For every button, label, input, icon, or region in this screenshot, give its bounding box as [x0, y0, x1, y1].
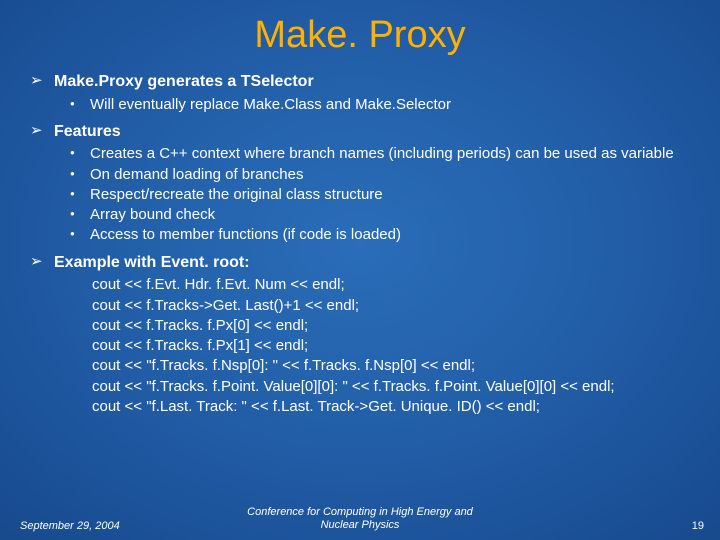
bullet-item: On demand loading of branches	[70, 165, 690, 185]
slide-content: Make.Proxy generates a TSelector Will ev…	[0, 71, 720, 417]
slide: Make. Proxy Make.Proxy generates a TSele…	[0, 0, 720, 540]
code-block: cout << f.Evt. Hdr. f.Evt. Num << endl; …	[92, 275, 690, 417]
bullet-item: Respect/recreate the original class stru…	[70, 185, 690, 205]
footer-conference: Conference for Computing in High Energy …	[0, 506, 720, 532]
section-heading-2: Features	[30, 121, 690, 143]
footer-page-number: 19	[692, 520, 704, 532]
code-line: cout << f.Tracks->Get. Last()+1 << endl;	[92, 296, 690, 316]
footer-conf-line2: Nuclear Physics	[321, 519, 400, 531]
code-line: cout << "f.Tracks. f.Point. Value[0][0]:…	[92, 377, 690, 397]
footer-conf-line1: Conference for Computing in High Energy …	[247, 506, 473, 518]
bullet-item: Will eventually replace Make.Class and M…	[70, 95, 690, 115]
code-line: cout << f.Tracks. f.Px[1] << endl;	[92, 336, 690, 356]
slide-title: Make. Proxy	[0, 0, 720, 65]
section-heading-3: Example with Event. root:	[30, 252, 690, 274]
code-line: cout << "f.Tracks. f.Nsp[0]: " << f.Trac…	[92, 356, 690, 376]
code-line: cout << "f.Last. Track: " << f.Last. Tra…	[92, 397, 690, 417]
bullet-item: Array bound check	[70, 205, 690, 225]
bullet-item: Creates a C++ context where branch names…	[70, 144, 690, 164]
section-heading-1: Make.Proxy generates a TSelector	[30, 71, 690, 93]
code-line: cout << f.Tracks. f.Px[0] << endl;	[92, 316, 690, 336]
bullet-item: Access to member functions (if code is l…	[70, 225, 690, 245]
code-line: cout << f.Evt. Hdr. f.Evt. Num << endl;	[92, 275, 690, 295]
